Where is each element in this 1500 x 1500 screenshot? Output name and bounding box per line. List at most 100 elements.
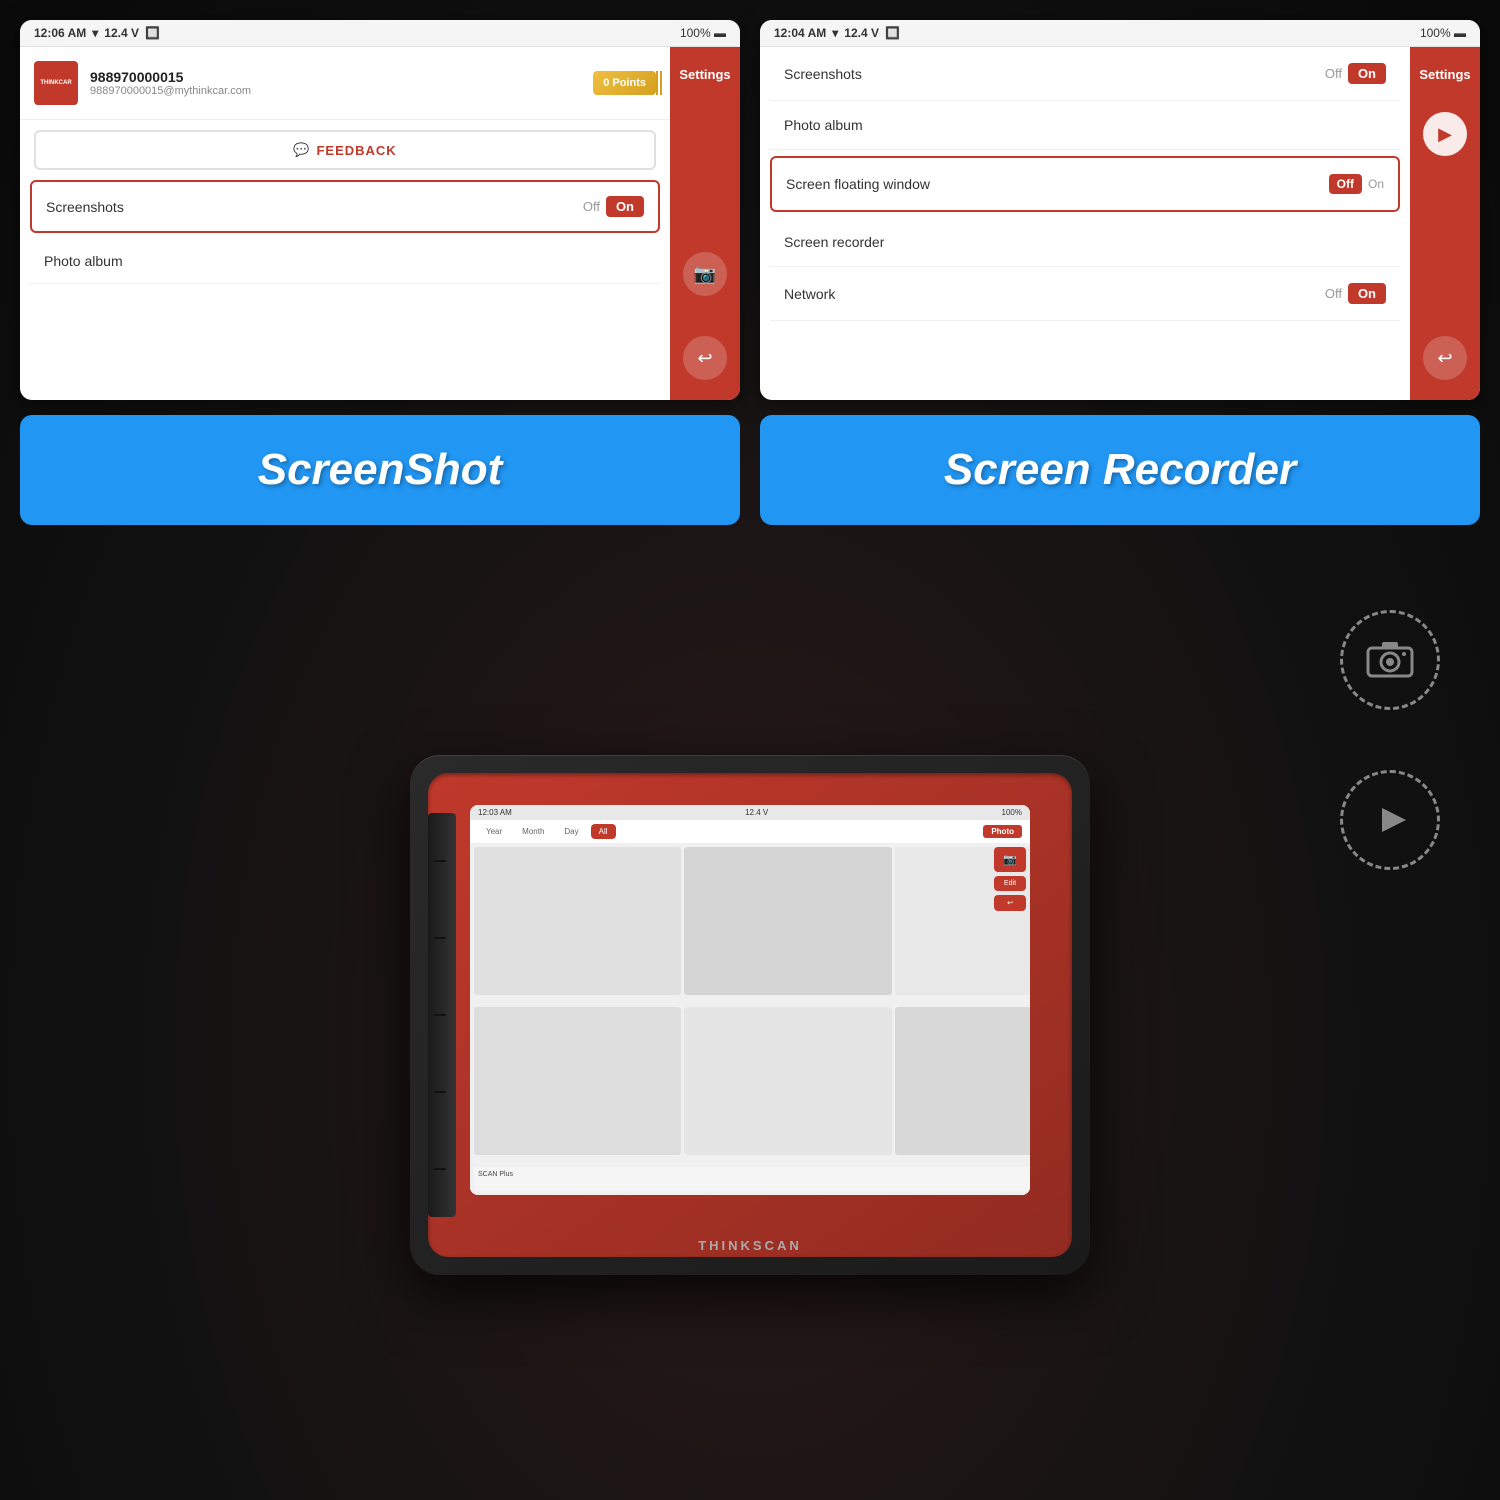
floating-on-label[interactable]: On [1368,177,1384,191]
device-section: 12:03 AM 12.4 V 100% Year Month Day All … [0,530,1500,1500]
play-svg [1370,800,1410,840]
right-toggle-on[interactable]: On [1348,63,1386,84]
device-screen: 12:03 AM 12.4 V 100% Year Month Day All … [470,805,1030,1195]
screen-side-buttons: 📷 Edit ↩ [994,847,1026,1191]
right-signal-icon: 12.4 V [844,26,879,40]
screen-content: SCAN Plus 📷 Edit ↩ [470,843,1030,1195]
back-sidebar-button[interactable]: ↩ [683,336,727,380]
device-body: 12:03 AM 12.4 V 100% Year Month Day All … [410,755,1090,1275]
floating-window-toggle[interactable]: Off On [1329,174,1384,194]
network-toggle[interactable]: Off On [1325,283,1386,304]
camera-icon: 📷 [694,264,716,285]
camera-sidebar-button[interactable]: 📷 [683,252,727,296]
screenshot-label: ScreenShot [258,445,503,495]
sidebar-title: Settings [679,57,730,92]
left-status-time: 12:06 AM ▾ 12.4 V 🔲 [34,26,160,40]
user-id: 988970000015 [90,69,581,85]
screen-wifi: 12.4 V [745,808,768,817]
network-off-label: Off [1325,286,1342,301]
screen-recorder-row[interactable]: Screen recorder [770,218,1400,267]
signal-icon: 12.4 V [104,26,139,40]
photo-album-label: Photo album [44,253,123,269]
feedback-button[interactable]: 💬 FEEDBACK [34,130,656,170]
right-back-button[interactable]: ↩ [1423,336,1467,380]
photo-tab[interactable]: Photo [983,825,1022,838]
right-battery-icon: 🔲 [885,26,900,40]
left-settings-sidebar: Settings 📷 ↩ [670,47,740,400]
right-feature-icons [1340,610,1440,870]
network-on-label[interactable]: On [1348,283,1386,304]
screen-camera-btn[interactable]: 📷 [994,847,1026,872]
floating-off-label: Off [1329,174,1362,194]
thumb-5 [684,1007,891,1155]
play-button[interactable]: ▶ [1423,112,1467,156]
right-wifi-icon: ▾ [832,26,838,40]
device-brand: THINKSCAN [698,1238,802,1253]
network-label: Network [784,286,835,302]
right-toggle-off: Off [1325,66,1342,81]
top-panels: 12:06 AM ▾ 12.4 V 🔲 100% ▬ THINKCAR 9889… [20,20,1480,400]
right-main: Screenshots Off On Photo album Screen fl… [760,47,1410,400]
screenshots-row-highlighted[interactable]: Screenshots Off On [30,180,660,233]
left-phone-panel: 12:06 AM ▾ 12.4 V 🔲 100% ▬ THINKCAR 9889… [20,20,740,400]
screen-recorder-label: Screen Recorder [944,445,1296,495]
tab-month[interactable]: Month [514,824,552,839]
screen-edit-btn[interactable]: Edit [994,876,1026,891]
left-content: THINKCAR 988970000015 988970000015@mythi… [20,47,740,400]
left-battery: 100% ▬ [680,26,726,40]
camera-svg [1366,640,1414,680]
right-photo-label: Photo album [784,117,863,133]
labels-section: ScreenShot Screen Recorder [20,415,1480,525]
right-battery: 100% ▬ [1420,26,1466,40]
right-battery-fill: ▬ [1454,26,1466,40]
screenshots-label: Screenshots [46,199,124,215]
right-back-icon: ↩ [1437,348,1452,369]
tab-day[interactable]: Day [556,824,586,839]
tab-year[interactable]: Year [478,824,510,839]
screen-time: 12:03 AM [478,808,512,817]
right-phone-panel: 12:04 AM ▾ 12.4 V 🔲 100% ▬ Screenshots O… [760,20,1480,400]
screen-thumbnails: SCAN Plus [474,847,990,1191]
thinkcar-logo: THINKCAR [34,61,78,105]
battery-fill: ▬ [714,26,726,40]
right-screenshots-label: Screenshots [784,66,862,82]
screen-battery: 100% [1002,808,1022,817]
screen-floating-window-row[interactable]: Screen floating window Off On [770,156,1400,212]
left-main: THINKCAR 988970000015 988970000015@mythi… [20,47,670,400]
photo-album-row[interactable]: Photo album [30,239,660,284]
profile-info: 988970000015 988970000015@mythinkcar.com [90,69,581,97]
screen-toolbar: Year Month Day All Photo [470,820,1030,843]
network-row[interactable]: Network Off On [770,267,1400,321]
screen-recorder-label: Screen recorder [784,234,884,250]
screenshots-toggle[interactable]: Off On [583,196,644,217]
feedback-icon: 💬 [293,142,310,158]
toggle-on-label[interactable]: On [606,196,644,217]
screen-inner: 12:03 AM 12.4 V 100% Year Month Day All … [470,805,1030,1195]
screen-status-bar: 12:03 AM 12.4 V 100% [470,805,1030,820]
right-status-bar: 12:04 AM ▾ 12.4 V 🔲 100% ▬ [760,20,1480,47]
screen-recorder-label-box: Screen Recorder [760,415,1480,525]
toggle-off-label: Off [583,199,600,214]
points-badge: 0 Points [593,71,656,95]
device-wrapper: 12:03 AM 12.4 V 100% Year Month Day All … [410,755,1090,1275]
grip-lines [434,823,446,1207]
right-status-time: 12:04 AM ▾ 12.4 V 🔲 [774,26,900,40]
right-time: 12:04 AM [774,26,826,40]
right-screenshots-toggle[interactable]: Off On [1325,63,1386,84]
play-feature-icon [1340,770,1440,870]
thumb-2 [684,847,891,995]
battery-icon: 🔲 [145,26,160,40]
back-icon: ↩ [697,348,712,369]
screen-app-bar: SCAN Plus [474,1167,1030,1191]
right-settings-sidebar: Settings ▶ ↩ [1410,47,1480,400]
play-icon: ▶ [1438,124,1452,145]
right-screenshots-row[interactable]: Screenshots Off On [770,47,1400,101]
user-email: 988970000015@mythinkcar.com [90,85,581,97]
screen-back-btn[interactable]: ↩ [994,895,1026,911]
camera-feature-icon [1340,610,1440,710]
right-photo-album-row[interactable]: Photo album [770,101,1400,150]
floating-window-label: Screen floating window [786,176,930,192]
left-status-bar: 12:06 AM ▾ 12.4 V 🔲 100% ▬ [20,20,740,47]
right-sidebar-title: Settings [1419,57,1470,92]
tab-all[interactable]: All [591,824,616,839]
